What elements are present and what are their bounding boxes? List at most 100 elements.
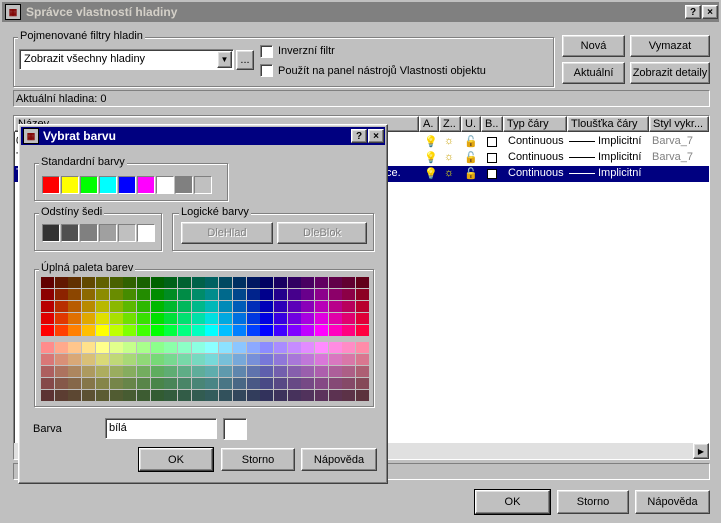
color-swatch[interactable]: [487, 153, 497, 163]
palette-cell[interactable]: [342, 366, 356, 377]
palette-cell[interactable]: [205, 390, 219, 401]
palette-cell[interactable]: [150, 325, 164, 336]
palette-cell[interactable]: [82, 313, 96, 324]
delete-layer-button[interactable]: Vymazat: [630, 35, 710, 57]
palette-cell[interactable]: [232, 277, 246, 288]
new-layer-button[interactable]: Nová: [562, 35, 625, 57]
palette-cell[interactable]: [232, 366, 246, 377]
palette-cell[interactable]: [68, 313, 82, 324]
palette-cell[interactable]: [95, 342, 109, 353]
palette-cell[interactable]: [68, 289, 82, 300]
palette-cell[interactable]: [219, 390, 233, 401]
palette-cell[interactable]: [273, 277, 287, 288]
palette-cell[interactable]: [260, 325, 274, 336]
palette-cell[interactable]: [260, 313, 274, 324]
palette-cell[interactable]: [260, 366, 274, 377]
col-freeze[interactable]: Z..: [439, 116, 461, 132]
palette-cell[interactable]: [178, 301, 191, 312]
palette-cell[interactable]: [191, 277, 205, 288]
palette-cell[interactable]: [164, 390, 178, 401]
palette-cell[interactable]: [95, 366, 109, 377]
palette-cell[interactable]: [315, 366, 328, 377]
palette-cell[interactable]: [315, 277, 328, 288]
palette-cell[interactable]: [260, 301, 274, 312]
lightbulb-icon[interactable]: 💡: [424, 135, 438, 148]
palette-cell[interactable]: [356, 342, 370, 353]
palette-cell[interactable]: [287, 366, 301, 377]
palette-cell[interactable]: [205, 289, 219, 300]
color-swatch[interactable]: [487, 169, 497, 179]
dialog-ok-button[interactable]: OK: [138, 447, 214, 472]
palette-cell[interactable]: [54, 289, 68, 300]
palette-cell[interactable]: [109, 277, 123, 288]
standard-color-swatch[interactable]: [61, 176, 79, 194]
palette-cell[interactable]: [219, 277, 233, 288]
palette-cell[interactable]: [68, 342, 82, 353]
palette-cell[interactable]: [205, 378, 219, 389]
palette-cell[interactable]: [232, 301, 246, 312]
palette-cell[interactable]: [136, 301, 150, 312]
main-help-button[interactable]: Nápověda: [635, 490, 710, 514]
palette-cell[interactable]: [246, 390, 260, 401]
palette-cell[interactable]: [301, 390, 315, 401]
palette-cell[interactable]: [232, 325, 246, 336]
palette-cell[interactable]: [356, 354, 370, 365]
palette-cell[interactable]: [41, 390, 54, 401]
palette-cell[interactable]: [164, 378, 178, 389]
palette-cell[interactable]: [82, 301, 96, 312]
palette-cell[interactable]: [150, 342, 164, 353]
palette-cell[interactable]: [68, 390, 82, 401]
palette-cell[interactable]: [246, 378, 260, 389]
palette-cell[interactable]: [246, 366, 260, 377]
palette-cell[interactable]: [342, 390, 356, 401]
palette-cell[interactable]: [178, 342, 191, 353]
palette-cell[interactable]: [95, 277, 109, 288]
palette-cell[interactable]: [301, 378, 315, 389]
lightbulb-icon[interactable]: 💡: [424, 167, 438, 180]
palette-cell[interactable]: [136, 289, 150, 300]
palette-cell[interactable]: [232, 390, 246, 401]
unlock-icon[interactable]: 🔓: [464, 151, 478, 164]
palette-cell[interactable]: [328, 277, 342, 288]
gray-color-swatch[interactable]: [99, 224, 117, 242]
sun-icon[interactable]: ☼: [444, 135, 454, 147]
palette-cell[interactable]: [287, 354, 301, 365]
color-name-input[interactable]: bílá: [105, 418, 217, 439]
palette-cell[interactable]: [301, 289, 315, 300]
sun-icon[interactable]: ☼: [444, 167, 454, 179]
standard-color-swatch[interactable]: [175, 176, 193, 194]
palette-cell[interactable]: [191, 325, 205, 336]
palette-cell[interactable]: [246, 325, 260, 336]
palette-cell[interactable]: [260, 289, 274, 300]
palette-cell[interactable]: [205, 366, 219, 377]
palette-cell[interactable]: [136, 325, 150, 336]
palette-cell[interactable]: [342, 354, 356, 365]
gray-color-swatch[interactable]: [61, 224, 79, 242]
palette-cell[interactable]: [246, 354, 260, 365]
palette-cell[interactable]: [150, 301, 164, 312]
palette-cell[interactable]: [273, 354, 287, 365]
palette-cell[interactable]: [246, 342, 260, 353]
palette-cell[interactable]: [178, 325, 191, 336]
palette-cell[interactable]: [109, 325, 123, 336]
palette-cell[interactable]: [315, 354, 328, 365]
palette-cell[interactable]: [301, 301, 315, 312]
gray-color-swatch[interactable]: [80, 224, 98, 242]
chevron-down-icon[interactable]: ▼: [217, 51, 232, 68]
palette-cell[interactable]: [287, 342, 301, 353]
palette-cell[interactable]: [191, 301, 205, 312]
palette-cell[interactable]: [219, 354, 233, 365]
palette-cell[interactable]: [356, 378, 370, 389]
palette-cell[interactable]: [219, 366, 233, 377]
gray-color-swatch[interactable]: [137, 224, 155, 242]
main-cancel-button[interactable]: Storno: [557, 490, 629, 514]
standard-color-swatch[interactable]: [42, 176, 60, 194]
palette-cell[interactable]: [150, 354, 164, 365]
palette-cell[interactable]: [164, 354, 178, 365]
col-plotstyle[interactable]: Styl vykr...: [649, 116, 709, 132]
palette-cell[interactable]: [315, 301, 328, 312]
palette-cell[interactable]: [41, 325, 54, 336]
standard-color-swatch[interactable]: [80, 176, 98, 194]
palette-cell[interactable]: [328, 301, 342, 312]
palette-cell[interactable]: [301, 277, 315, 288]
